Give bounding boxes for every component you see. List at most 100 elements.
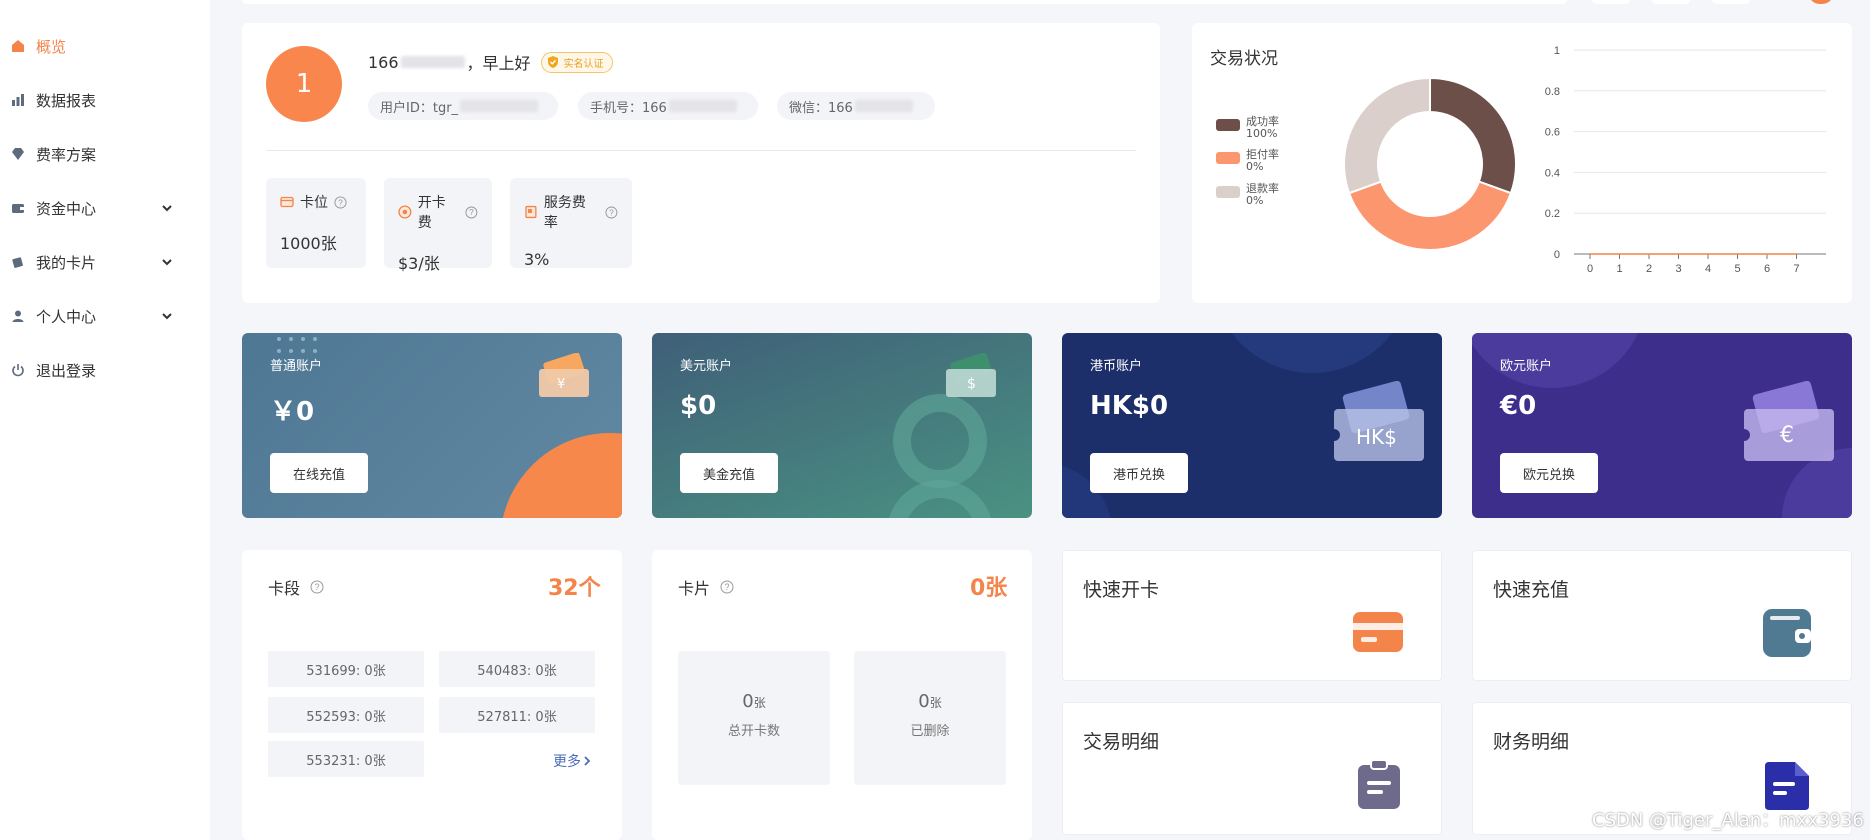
usd-recharge-button[interactable]: 美金充值: [680, 453, 778, 493]
coin-icon: [398, 205, 412, 219]
sidebar-item-my-cards[interactable]: 我的卡片: [0, 242, 210, 282]
quick-open-card[interactable]: 快速开卡: [1062, 550, 1442, 681]
redacted-phone: [668, 100, 737, 112]
y-tick-label: 0.2: [1545, 208, 1560, 220]
card-slot-icon: [280, 196, 294, 208]
hkd-wallet-icon: HK$: [1326, 380, 1426, 475]
receipt-icon: [525, 205, 537, 219]
top-bar-button[interactable]: [1652, 0, 1690, 4]
dollar-wallet-icon: $: [942, 352, 1000, 405]
sidebar-item-logout[interactable]: 退出登录: [0, 350, 210, 390]
legend-item[interactable]: 拒付率 0%: [1216, 149, 1279, 173]
segment-item[interactable]: 540483: 0张: [439, 651, 595, 687]
redacted-wechat: [854, 100, 913, 112]
stat-card-service-rate: 服务费率 ? 3%: [510, 178, 632, 269]
account-balance: HK$0: [1090, 391, 1169, 421]
greeting: 166 ，早上好 实名认证: [368, 50, 613, 74]
wechat-pill: 微信：166: [777, 92, 935, 120]
segments-title: 卡段 ?: [268, 575, 324, 599]
more-link-label: 更多: [553, 754, 581, 770]
currency-symbol: HK$: [1356, 425, 1397, 449]
hkd-exchange-button[interactable]: 港币兑换: [1090, 453, 1188, 493]
sidebar-item-overview[interactable]: 概览: [0, 26, 210, 66]
x-tick-label: 5: [1734, 263, 1740, 275]
segment-item[interactable]: 553231: 0张: [268, 741, 424, 777]
deleted-caption: 已删除: [910, 724, 950, 739]
chevron-down-icon[interactable]: [160, 201, 174, 215]
divider: [266, 150, 1136, 151]
total-opened-caption: 总开卡数: [727, 724, 780, 739]
stat-label: 卡位: [300, 195, 328, 211]
user-name: 166: [368, 52, 399, 72]
y-tick-label: 0.4: [1545, 167, 1560, 179]
bar-chart-icon: [10, 92, 26, 108]
stat-label: 服务费率: [543, 195, 586, 231]
cards-count: 0张: [970, 576, 1008, 601]
watermark: CSDN @Tiger_Alan：mxx3936: [1592, 810, 1864, 831]
sidebar-item-label: 退出登录: [36, 361, 97, 380]
sidebar-item-label: 数据报表: [36, 91, 97, 110]
donut-slice[interactable]: [1429, 76, 1517, 195]
cards-title: 卡片 ?: [678, 575, 734, 599]
greeting-text: ，早上好: [466, 54, 531, 73]
user-icon: [10, 308, 26, 324]
online-recharge-button[interactable]: 在线充值: [270, 453, 368, 493]
account-balance: $0: [680, 391, 717, 421]
donut-slice[interactable]: [1343, 76, 1431, 195]
legend-item[interactable]: 退款率 0%: [1216, 183, 1279, 207]
redacted-user-id: [460, 100, 539, 112]
account-name: 美元账户: [680, 359, 733, 374]
account-balance: ￥0: [270, 397, 315, 427]
sidebar-item-funds[interactable]: 资金中心: [0, 188, 210, 228]
account-name: 欧元账户: [1500, 359, 1553, 374]
yuan-wallet-icon: ¥: [535, 352, 593, 405]
sidebar-item-personal[interactable]: 个人中心: [0, 296, 210, 336]
chevron-down-icon[interactable]: [160, 309, 174, 323]
sidebar-item-rates[interactable]: 费率方案: [0, 134, 210, 174]
currency-symbol: ¥: [557, 377, 566, 392]
quick-recharge[interactable]: 快速充值: [1472, 550, 1852, 681]
segment-item[interactable]: 552593: 0张: [268, 697, 424, 733]
help-icon[interactable]: ?: [720, 580, 734, 594]
help-icon[interactable]: ?: [465, 206, 478, 219]
legend-value: 100%: [1246, 127, 1278, 140]
help-icon[interactable]: ?: [310, 580, 324, 594]
currency-symbol: €: [1780, 423, 1794, 448]
avatar[interactable]: 1: [266, 46, 342, 122]
phone-pill: 手机号：166: [578, 92, 758, 120]
legend-swatch: [1216, 119, 1240, 131]
legend-item[interactable]: 成功率 100%: [1216, 116, 1279, 140]
help-icon[interactable]: ?: [605, 206, 618, 219]
account-name: 港币账户: [1090, 359, 1143, 374]
help-icon[interactable]: ?: [334, 195, 347, 209]
stat-card-slots: 卡位 ? 1000张: [266, 178, 366, 268]
stat-value: $3/张: [398, 254, 440, 273]
sidebar-item-label: 概览: [36, 37, 67, 56]
segments-title-text: 卡段: [268, 579, 301, 598]
quick-title: 快速充值: [1493, 579, 1570, 601]
shield-check-icon: [547, 56, 558, 68]
top-avatar[interactable]: [1808, 0, 1834, 4]
chevron-down-icon[interactable]: [160, 255, 174, 269]
quick-transaction-details[interactable]: 交易明细: [1062, 702, 1442, 835]
stat-value: 1000张: [280, 234, 337, 253]
donut-slice[interactable]: [1347, 180, 1513, 251]
top-bar-button[interactable]: [1592, 0, 1630, 4]
segment-item[interactable]: 527811: 0张: [439, 697, 595, 733]
donut-chart: [1343, 76, 1517, 251]
eur-exchange-button[interactable]: 欧元兑换: [1500, 453, 1598, 493]
x-tick-label: 1: [1616, 263, 1622, 275]
sidebar-item-label: 我的卡片: [36, 253, 97, 272]
quick-title: 快速开卡: [1083, 579, 1160, 601]
power-icon: [10, 362, 26, 378]
account-card-hkd: HK$ 港币账户 HK$0 港币兑换: [1062, 333, 1442, 518]
sidebar-item-reports[interactable]: 数据报表: [0, 80, 210, 120]
y-tick-label: 1: [1554, 45, 1560, 57]
diamond-icon: [10, 146, 26, 162]
more-link[interactable]: 更多: [553, 751, 593, 771]
svg-text:?: ?: [315, 582, 320, 592]
quick-title: 财务明细: [1493, 731, 1570, 753]
total-opened-number: 0: [742, 691, 754, 712]
segment-item[interactable]: 531699: 0张: [268, 651, 424, 687]
top-bar-button[interactable]: [1712, 0, 1750, 4]
